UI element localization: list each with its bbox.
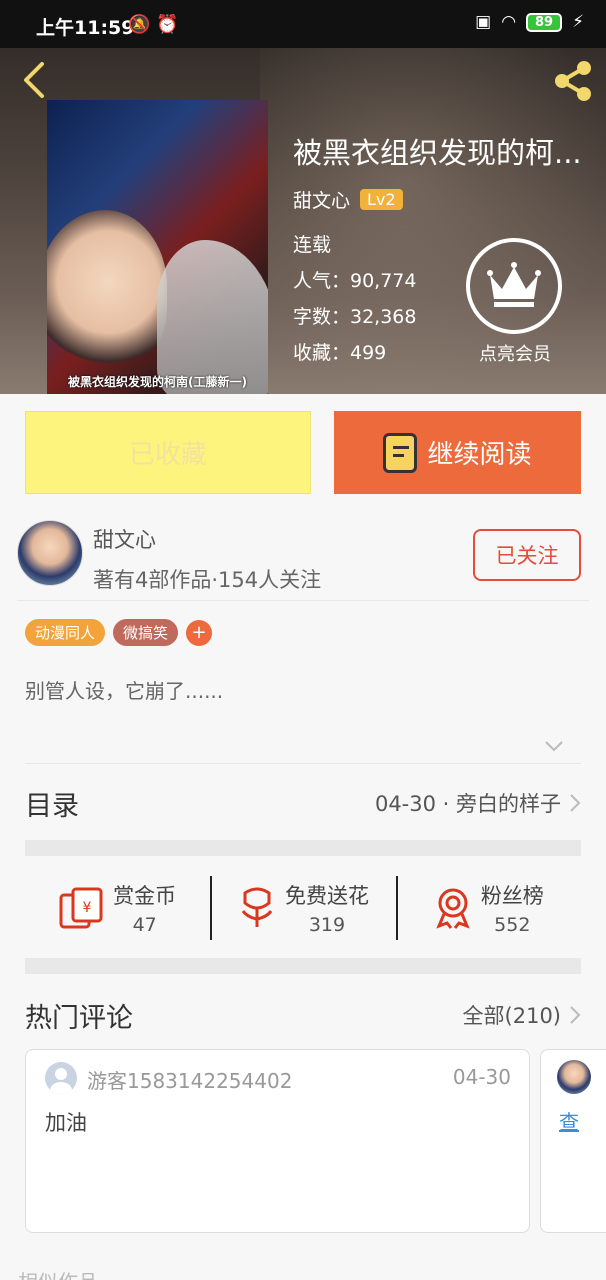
section-separator xyxy=(25,840,581,856)
flower-icon xyxy=(241,887,273,927)
favorited-button[interactable]: 已收藏 xyxy=(25,411,311,494)
table-of-contents-row[interactable]: 目录 04-30 · 旁白的样子 xyxy=(25,778,581,828)
svg-text:¥: ¥ xyxy=(83,900,92,916)
mute-alarm-icons: 🔕 ⏰ xyxy=(128,14,179,35)
stat-value: 319 xyxy=(308,914,346,936)
follow-button[interactable]: 已关注 xyxy=(473,529,581,581)
hot-comments-header: 热门评论 全部(210) xyxy=(25,990,581,1040)
book-popularity: 人气：90,774 xyxy=(293,270,417,292)
book-header: 上午11:59 🔕 ⏰ ▣ ◠ 89 ⚡ 被黑衣组织发现的柯南(工藤新一) 被黑… xyxy=(0,0,606,394)
interaction-stats: ¥ 赏金币 47 免费送花 319 粉丝榜 552 xyxy=(25,858,581,958)
book-cover[interactable]: 被黑衣组织发现的柯南(工藤新一) xyxy=(47,100,268,394)
continue-reading-label: 继续阅读 xyxy=(427,440,532,470)
battery-icon: 89 xyxy=(526,12,563,32)
tag-chip[interactable]: 动漫同人 xyxy=(25,619,106,646)
status-bar: 上午11:59 🔕 ⏰ ▣ ◠ 89 ⚡ xyxy=(0,0,606,48)
wifi-icon: ◠ xyxy=(501,12,517,32)
book-favorites: 收藏：499 xyxy=(293,342,387,364)
author-name: 甜文心 xyxy=(93,528,156,552)
divider xyxy=(17,600,589,601)
stat-label: 粉丝榜 xyxy=(480,884,544,908)
share-icon[interactable] xyxy=(550,58,596,104)
level-badge: Lv2 xyxy=(360,189,403,210)
all-comments-link[interactable]: 全部(210) xyxy=(463,1000,581,1030)
hot-comments-title: 热门评论 xyxy=(25,1002,133,1034)
cover-character xyxy=(47,210,167,370)
divider xyxy=(25,763,581,764)
user-avatar-icon xyxy=(45,1062,77,1094)
book-status: 连载 xyxy=(293,234,332,256)
stat-label: 赏金币 xyxy=(113,884,177,908)
toc-title: 目录 xyxy=(25,790,79,822)
chevron-right-icon xyxy=(570,794,581,812)
add-tag-button[interactable]: + xyxy=(186,619,213,646)
status-right: ▣ ◠ 89 ⚡ xyxy=(475,12,584,32)
back-icon[interactable] xyxy=(16,60,56,100)
tag-list: 动漫同人 微搞笑 + xyxy=(25,619,213,646)
tag-chip[interactable]: 微搞笑 xyxy=(113,619,179,646)
similar-works-heading: 相似作品 xyxy=(18,1266,98,1280)
book-author-row: 甜文心 Lv2 xyxy=(293,186,403,213)
continue-reading-button[interactable]: 继续阅读 xyxy=(334,411,581,494)
book-word-count: 字数：32,368 xyxy=(293,306,417,328)
cover-character-2 xyxy=(157,240,268,394)
toc-latest-label: 04-30 · 旁白的样子 xyxy=(374,792,561,816)
section-separator xyxy=(25,958,581,974)
crown-icon xyxy=(466,238,562,334)
chevron-down-icon[interactable] xyxy=(543,736,565,756)
book-intro: 别管人设，它崩了...... xyxy=(25,679,224,703)
stat-value: 47 xyxy=(132,914,157,936)
stat-value: 552 xyxy=(494,914,531,936)
red-envelope-icon: ¥ xyxy=(59,887,103,929)
comment-text: 加油 xyxy=(45,1111,87,1135)
book-title: 被黑衣组织发现的柯... xyxy=(293,136,582,170)
toc-latest-chapter: 04-30 · 旁白的样子 xyxy=(375,788,581,818)
author-stats: 著有4部作品·154人关注 xyxy=(93,568,322,592)
chevron-right-icon xyxy=(570,1006,581,1024)
medal-icon xyxy=(436,888,470,929)
send-flower-button[interactable]: 免费送花 319 xyxy=(210,876,395,940)
comment-card-next[interactable]: 查 xyxy=(540,1049,606,1233)
author-card[interactable]: 甜文心 著有4部作品·154人关注 已关注 xyxy=(0,510,606,600)
charging-icon: ⚡ xyxy=(572,12,584,32)
all-comments-label: 全部(210) xyxy=(462,1004,561,1028)
user-avatar xyxy=(557,1060,591,1094)
author-avatar[interactable] xyxy=(17,520,83,586)
stat-label: 免费送花 xyxy=(284,884,369,908)
comment-card[interactable]: 游客1583142254402 04-30 加油 xyxy=(25,1049,530,1233)
comment-date: 04-30 xyxy=(452,1065,511,1089)
vip-button[interactable]: 点亮会员 xyxy=(466,238,564,366)
comment-user: 游客1583142254402 xyxy=(87,1069,293,1093)
reward-coins-button[interactable]: ¥ 赏金币 47 xyxy=(25,876,210,940)
fan-ranking-button[interactable]: 粉丝榜 552 xyxy=(395,876,581,940)
view-more-link[interactable]: 查 xyxy=(559,1106,579,1135)
cover-caption: 被黑衣组织发现的柯南(工藤新一) xyxy=(68,375,247,389)
book-author[interactable]: 甜文心 xyxy=(293,186,350,213)
status-time: 上午11:59 xyxy=(36,17,135,39)
sim-icon: ▣ xyxy=(475,12,492,32)
book-icon xyxy=(383,432,418,473)
vip-label: 点亮会员 xyxy=(479,344,551,365)
favorited-label: 已收藏 xyxy=(128,440,207,470)
